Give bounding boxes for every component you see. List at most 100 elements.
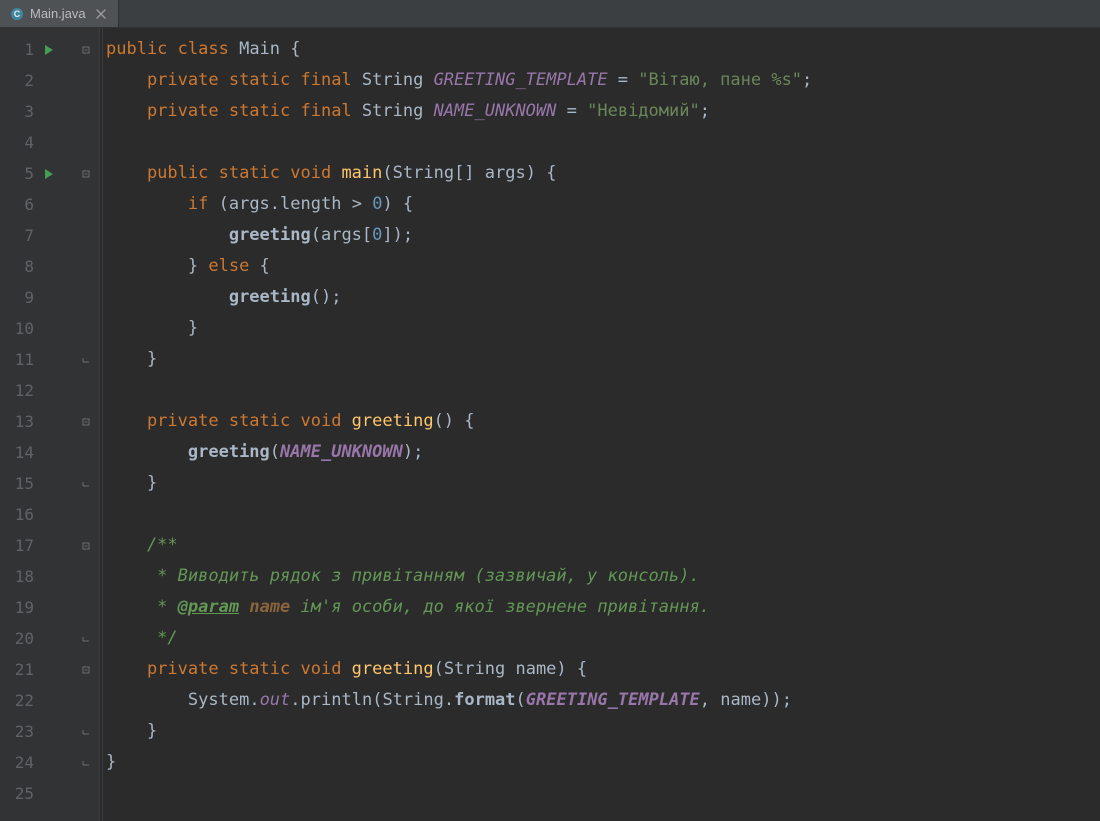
gutter-line[interactable]: 11: [0, 344, 99, 375]
gutter-line[interactable]: 2: [0, 65, 99, 96]
code-line[interactable]: }: [106, 344, 1100, 375]
gutter-line[interactable]: 10: [0, 313, 99, 344]
token-punc: (: [270, 437, 280, 468]
fold-icon[interactable]: [79, 44, 93, 56]
gutter-line[interactable]: 7: [0, 220, 99, 251]
fold-icon[interactable]: [79, 633, 93, 645]
token-fieldb: NAME_UNKNOWN: [280, 437, 403, 468]
code-line[interactable]: [106, 127, 1100, 158]
gutter-line[interactable]: 13: [0, 406, 99, 437]
gutter-line[interactable]: 24: [0, 747, 99, 778]
code-line[interactable]: /**: [106, 530, 1100, 561]
gutter-line[interactable]: 4: [0, 127, 99, 158]
code-line[interactable]: [106, 778, 1100, 809]
code-line[interactable]: System.out.println(String.format(GREETIN…: [106, 685, 1100, 716]
code-line[interactable]: }: [106, 716, 1100, 747]
token-punc: >: [341, 189, 372, 220]
code-line[interactable]: if (args.length > 0) {: [106, 189, 1100, 220]
fold-icon[interactable]: [79, 757, 93, 769]
gutter-line[interactable]: 21: [0, 654, 99, 685]
token-call: format: [454, 685, 515, 716]
code-line[interactable]: */: [106, 623, 1100, 654]
gutter-line[interactable]: 15: [0, 468, 99, 499]
gutter-line[interactable]: 5: [0, 158, 99, 189]
gutter-line[interactable]: 17: [0, 530, 99, 561]
token-punc: }: [106, 251, 208, 282]
line-number: 20: [0, 629, 34, 648]
code-line[interactable]: * @param name ім'я особи, до якої зверне…: [106, 592, 1100, 623]
run-gutter-icon[interactable]: [40, 44, 58, 56]
token-type: String: [362, 65, 434, 96]
gutter-line[interactable]: 12: [0, 375, 99, 406]
line-number: 16: [0, 505, 34, 524]
token-type: System: [188, 685, 249, 716]
token-punc: .: [444, 685, 454, 716]
token-punc: [106, 685, 188, 716]
gutter-line[interactable]: 9: [0, 282, 99, 313]
code-line[interactable]: greeting();: [106, 282, 1100, 313]
code-line[interactable]: }: [106, 747, 1100, 778]
gutter-line[interactable]: 20: [0, 623, 99, 654]
code-line[interactable]: greeting(NAME_UNKNOWN);: [106, 437, 1100, 468]
code-line[interactable]: private static final String GREETING_TEM…: [106, 65, 1100, 96]
token-punc: }: [106, 313, 198, 344]
file-tab[interactable]: C Main.java: [0, 0, 119, 27]
gutter-line[interactable]: 23: [0, 716, 99, 747]
token-kw: static: [229, 654, 301, 685]
gutter-line[interactable]: 6: [0, 189, 99, 220]
fold-icon[interactable]: [79, 478, 93, 490]
token-punc: (: [311, 220, 321, 251]
gutter-line[interactable]: 8: [0, 251, 99, 282]
run-gutter-icon[interactable]: [40, 168, 58, 180]
code-line[interactable]: greeting(args[0]);: [106, 220, 1100, 251]
line-number: 11: [0, 350, 34, 369]
token-punc: [106, 282, 229, 313]
gutter-line[interactable]: 22: [0, 685, 99, 716]
token-kw: class: [178, 34, 239, 65]
code-line[interactable]: public class Main {: [106, 34, 1100, 65]
tab-label: Main.java: [30, 6, 86, 21]
line-number: 4: [0, 133, 34, 152]
code-line[interactable]: private static final String NAME_UNKNOWN…: [106, 96, 1100, 127]
gutter-line[interactable]: 18: [0, 561, 99, 592]
gutter-line[interactable]: 16: [0, 499, 99, 530]
code-line[interactable]: * Виводить рядок з привітанням (зазвичай…: [106, 561, 1100, 592]
fold-icon[interactable]: [79, 168, 93, 180]
token-punc: [106, 437, 188, 468]
code-line[interactable]: public static void main(String[] args) {: [106, 158, 1100, 189]
gutter-line[interactable]: 19: [0, 592, 99, 623]
gutter-line[interactable]: 1: [0, 34, 99, 65]
gutter-line[interactable]: 3: [0, 96, 99, 127]
fold-icon[interactable]: [79, 540, 93, 552]
token-comment: *: [106, 592, 178, 623]
line-number: 13: [0, 412, 34, 431]
line-number: 19: [0, 598, 34, 617]
token-punc: []: [454, 158, 485, 189]
fold-icon[interactable]: [79, 664, 93, 676]
fold-icon[interactable]: [79, 726, 93, 738]
token-kw: static: [229, 96, 301, 127]
fold-icon[interactable]: [79, 416, 93, 428]
code-line[interactable]: } else {: [106, 251, 1100, 282]
tab-bar: C Main.java: [0, 0, 1100, 28]
code-area[interactable]: public class Main { private static final…: [100, 28, 1100, 821]
token-doctag: @param: [178, 592, 239, 623]
code-line[interactable]: [106, 375, 1100, 406]
token-field: out: [260, 685, 291, 716]
code-line[interactable]: }: [106, 468, 1100, 499]
token-str: "Невідомий": [587, 96, 700, 127]
code-line[interactable]: private static void greeting() {: [106, 406, 1100, 437]
code-line[interactable]: [106, 499, 1100, 530]
code-line[interactable]: private static void greeting(String name…: [106, 654, 1100, 685]
gutter-line[interactable]: 25: [0, 778, 99, 809]
token-kw: private: [106, 406, 229, 437]
code-line[interactable]: }: [106, 313, 1100, 344]
token-kw: public: [106, 158, 219, 189]
close-icon[interactable]: [94, 7, 108, 21]
token-kw: static: [229, 406, 301, 437]
line-number: 5: [0, 164, 34, 183]
token-num: 0: [372, 220, 382, 251]
fold-icon[interactable]: [79, 354, 93, 366]
token-punc: (: [219, 189, 229, 220]
gutter-line[interactable]: 14: [0, 437, 99, 468]
